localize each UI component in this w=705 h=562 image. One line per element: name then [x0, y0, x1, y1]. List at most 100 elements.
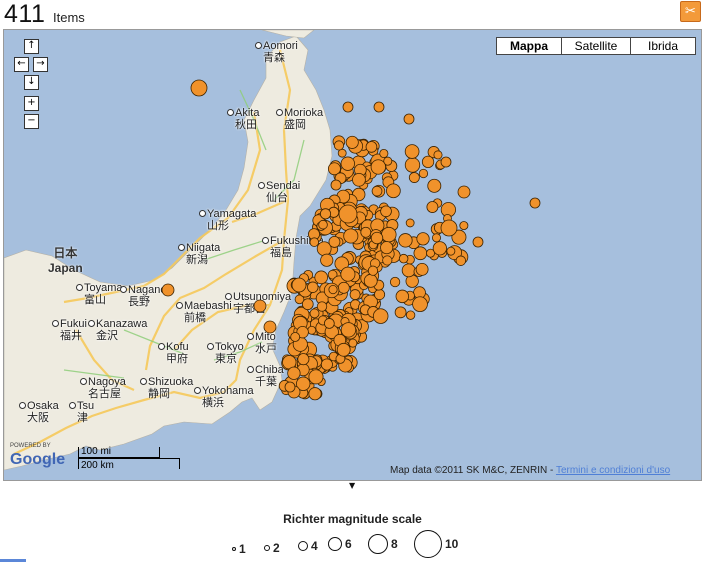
earthquake-marker[interactable]	[412, 296, 428, 312]
earthquake-marker[interactable]	[405, 218, 415, 228]
header: 411 Items ✂	[0, 0, 705, 28]
earthquake-marker[interactable]	[340, 266, 356, 282]
collapse-arrow-icon[interactable]: ▼	[349, 481, 355, 490]
earthquake-marker[interactable]	[381, 226, 397, 243]
earthquake-marker[interactable]	[309, 237, 320, 247]
earthquake-marker[interactable]	[190, 79, 208, 97]
earthquake-marker[interactable]	[472, 236, 484, 248]
earthquake-marker[interactable]	[263, 320, 277, 334]
earthquake-marker[interactable]	[379, 148, 389, 159]
earthquake-marker[interactable]	[336, 342, 351, 357]
earthquake-marker[interactable]	[374, 288, 386, 301]
earthquake-marker[interactable]	[291, 277, 307, 293]
earthquake-marker[interactable]	[459, 221, 469, 231]
earthquake-marker[interactable]	[290, 332, 301, 342]
earthquake-marker[interactable]	[401, 263, 416, 278]
earthquake-marker[interactable]	[404, 144, 420, 159]
earthquake-marker[interactable]	[297, 353, 310, 366]
earthquake-marker[interactable]	[457, 185, 471, 199]
earthquake-marker[interactable]	[389, 276, 401, 288]
earthquake-marker[interactable]	[431, 233, 441, 243]
earthquake-marker[interactable]	[337, 281, 350, 294]
earthquake-marker[interactable]	[403, 113, 415, 125]
earthquake-marker[interactable]	[343, 228, 359, 244]
earthquake-marker[interactable]	[421, 155, 435, 168]
scale-metric: 200 km	[81, 460, 114, 471]
earthquake-marker[interactable]	[372, 308, 389, 324]
earthquake-marker[interactable]	[307, 281, 319, 293]
earthquake-marker[interactable]	[345, 135, 359, 149]
earthquake-marker[interactable]	[413, 246, 428, 261]
earthquake-marker[interactable]	[386, 183, 401, 199]
earthquake-marker[interactable]	[352, 172, 366, 187]
earthquake-marker[interactable]	[320, 358, 333, 371]
map-view[interactable]: ↑ ← → ↓ + − Mappa Satellite Ibrida 日本 Ja…	[3, 29, 702, 481]
earthquake-marker[interactable]	[323, 318, 335, 329]
earthquake-marker[interactable]	[370, 231, 384, 245]
earthquake-marker[interactable]	[440, 156, 452, 168]
earthquake-marker[interactable]	[367, 265, 379, 276]
earthquake-marker[interactable]	[319, 208, 332, 220]
earthquake-marker[interactable]	[320, 253, 334, 267]
legend-circle-icon	[298, 541, 308, 551]
terms-link[interactable]: Termini e condizioni d'uso	[556, 465, 670, 476]
earthquake-marker[interactable]	[404, 157, 421, 173]
earthquake-marker[interactable]	[301, 298, 314, 311]
earthquake-marker[interactable]	[432, 241, 447, 256]
earthquake-marker[interactable]	[309, 308, 320, 319]
earthquake-marker[interactable]	[328, 285, 338, 295]
earthquake-marker[interactable]	[308, 369, 324, 385]
earthquake-marker[interactable]	[446, 246, 456, 256]
earthquake-marker[interactable]	[394, 306, 407, 319]
earthquake-marker[interactable]	[349, 289, 361, 300]
earthquake-marker[interactable]	[405, 310, 416, 320]
legend-circle-icon	[264, 545, 270, 551]
earthquake-marker[interactable]	[308, 387, 322, 401]
earthquake-marker[interactable]	[380, 205, 392, 218]
earthquake-marker[interactable]	[529, 197, 541, 209]
legend-item-4: 4	[298, 539, 318, 553]
earthquake-marker[interactable]	[433, 150, 443, 160]
earthquake-marker[interactable]	[318, 219, 328, 230]
earthquake-marker[interactable]	[373, 101, 385, 113]
earthquake-marker[interactable]	[363, 273, 378, 288]
legend-label: 2	[273, 541, 280, 555]
earthquake-marker[interactable]	[307, 325, 317, 335]
earthquake-marker[interactable]	[380, 241, 394, 255]
legend-label: 1	[239, 542, 246, 556]
earthquake-marker[interactable]	[415, 262, 429, 276]
earthquake-marker[interactable]	[360, 226, 372, 238]
earthquake-marker[interactable]	[161, 283, 175, 297]
earthquake-marker[interactable]	[340, 156, 355, 171]
earthquake-marker[interactable]	[330, 179, 342, 191]
earthquake-marker[interactable]	[348, 338, 358, 348]
earthquake-marker[interactable]	[370, 159, 386, 175]
legend-item-6: 6	[328, 537, 352, 551]
earthquake-marker[interactable]	[398, 253, 409, 264]
earthquake-marker[interactable]	[455, 255, 467, 266]
earthquake-marker[interactable]	[333, 140, 345, 151]
earthquake-marker[interactable]	[398, 233, 413, 248]
earthquake-marker[interactable]	[416, 232, 430, 246]
earthquake-marker[interactable]	[314, 270, 329, 285]
earthquake-marker[interactable]	[287, 366, 301, 380]
earthquake-marker[interactable]	[316, 301, 328, 312]
legend-circle-icon	[368, 534, 388, 554]
earthquake-marker[interactable]	[382, 255, 393, 266]
earthquake-marker[interactable]	[395, 289, 410, 304]
earthquake-marker[interactable]	[408, 172, 420, 183]
earthquake-marker[interactable]	[427, 178, 442, 193]
earthquake-marker[interactable]	[426, 201, 439, 213]
earthquake-marker[interactable]	[338, 204, 358, 224]
earthquake-marker[interactable]	[340, 322, 357, 338]
scissors-icon[interactable]: ✂	[680, 1, 701, 22]
earthquake-marker[interactable]	[371, 185, 383, 197]
earthquake-marker[interactable]	[328, 236, 341, 248]
earthquake-marker[interactable]	[342, 101, 354, 113]
earthquake-marker[interactable]	[253, 299, 267, 313]
earthquake-marker[interactable]	[284, 381, 296, 393]
earthquake-markers	[161, 79, 541, 401]
earthquake-marker[interactable]	[418, 168, 429, 179]
earthquake-marker[interactable]	[365, 141, 378, 153]
earthquake-marker[interactable]	[440, 219, 458, 237]
